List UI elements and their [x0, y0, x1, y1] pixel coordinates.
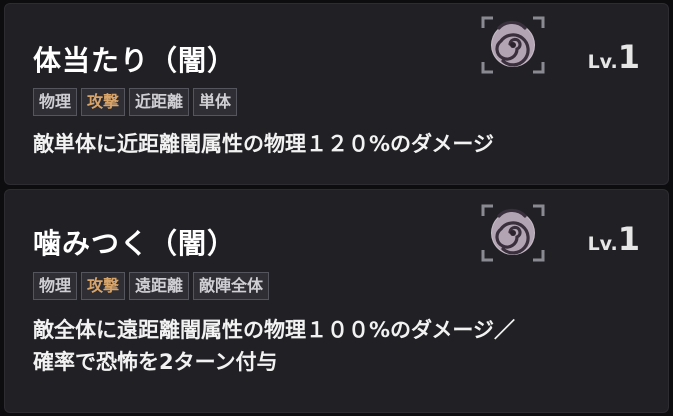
skill-description: 敵全体に遠距離闇属性の物理１００%のダメージ／ 確率で恐怖を2ターン付与 [33, 318, 515, 374]
tag-range: 近距離 [129, 88, 190, 116]
skill-card[interactable]: 噛みつく（闇） Lv.1 物理 攻撃 遠距離 敵陣全体 敵全体に遠距離闇属性の物… [4, 189, 669, 413]
skill-tags: 物理 攻撃 遠距離 敵陣全体 [33, 272, 270, 300]
level-value: 1 [617, 220, 640, 258]
level-value: 1 [617, 38, 640, 76]
tag-target: 単体 [193, 88, 238, 116]
tag-physical: 物理 [33, 272, 78, 300]
skill-title: 体当たり（闇） [33, 44, 237, 77]
dark-swirl-icon [479, 202, 547, 264]
tag-attack: 攻撃 [81, 272, 126, 300]
tag-attack: 攻撃 [81, 88, 126, 116]
skill-title: 噛みつく（闇） [33, 227, 237, 260]
level-prefix: Lv. [587, 51, 618, 73]
tag-target: 敵陣全体 [193, 272, 270, 300]
skill-tags: 物理 攻撃 近距離 単体 [33, 88, 238, 116]
level-prefix: Lv. [587, 233, 618, 255]
tag-range: 遠距離 [129, 272, 190, 300]
tag-physical: 物理 [33, 88, 78, 116]
dark-swirl-icon [479, 14, 547, 76]
skill-description: 敵単体に近距離闇属性の物理１２０%のダメージ [33, 132, 494, 156]
skill-level: Lv.1 [588, 38, 640, 76]
skill-level: Lv.1 [588, 220, 640, 258]
skill-card[interactable]: 体当たり（闇） Lv.1 物理 攻撃 近距離 単体 敵単体に近距離闇属性の物理１… [4, 3, 669, 185]
